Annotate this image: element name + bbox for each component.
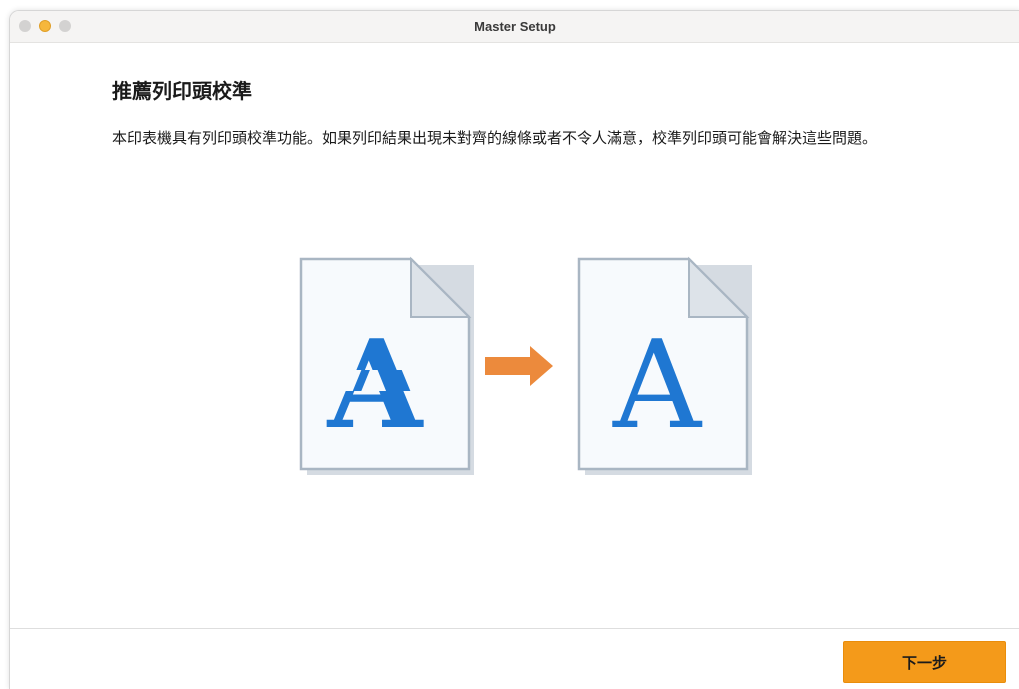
page-description: 本印表機具有列印頭校準功能。如果列印結果出現未對齊的線條或者不令人滿意，校準列印… [112,129,878,147]
window-title: Master Setup [474,19,556,34]
after-letter: A [612,314,703,456]
footer-divider [10,628,1019,629]
alignment-illustration: A A A A [299,256,752,475]
next-button[interactable]: 下一步 [843,641,1006,683]
misaligned-document-icon: A A A [299,256,474,475]
aligned-document-icon: A [577,256,752,475]
setup-window: Master Setup 推薦列印頭校準 本印表機具有列印頭校準功能。如果列印結… [9,10,1019,689]
page-title: 推薦列印頭校準 [112,79,252,103]
arrow-right-icon [485,346,553,386]
titlebar: Master Setup [10,11,1019,43]
